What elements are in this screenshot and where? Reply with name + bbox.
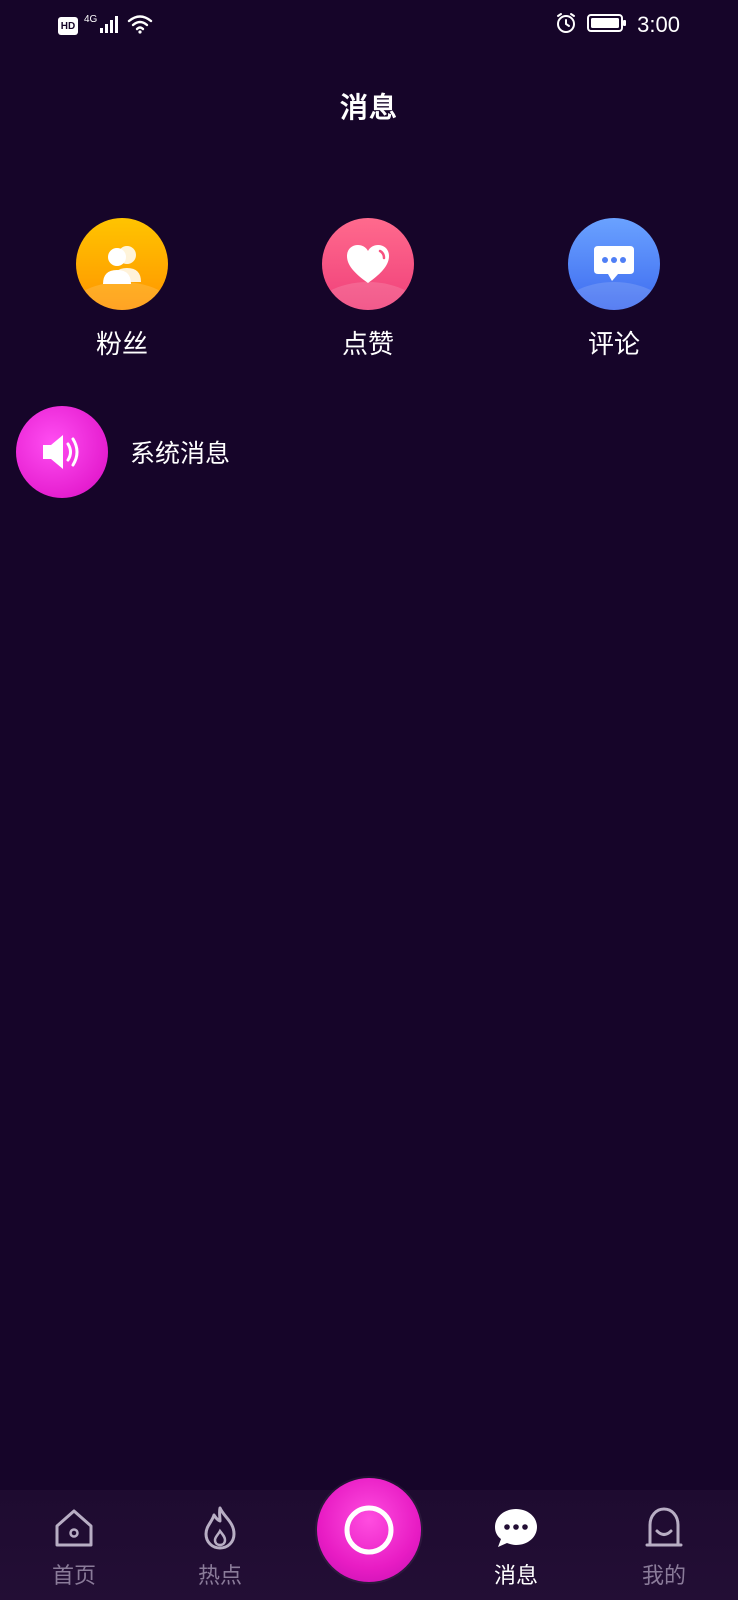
system-message-item[interactable]: 系统消息 xyxy=(16,406,716,498)
category-likes-label: 点赞 xyxy=(341,330,394,360)
alarm-icon xyxy=(555,12,577,38)
page-title: 消息 xyxy=(339,91,398,124)
nav-home[interactable]: 首页 xyxy=(19,1490,129,1600)
nav-profile-label: 我的 xyxy=(641,1564,686,1589)
nav-profile[interactable]: 我的 xyxy=(609,1490,719,1600)
speaker-icon xyxy=(16,406,108,498)
hd-icon: HD xyxy=(58,17,78,35)
status-time: 3:00 xyxy=(637,12,680,37)
status-left: HD 4G xyxy=(58,14,153,38)
wifi-icon xyxy=(127,14,153,38)
home-icon xyxy=(50,1504,98,1552)
signal-icon xyxy=(99,14,121,38)
system-message-label: 系统消息 xyxy=(130,439,231,468)
record-icon xyxy=(344,1505,394,1555)
nav-message-label: 消息 xyxy=(493,1564,538,1589)
flame-icon xyxy=(196,1504,244,1552)
fans-icon xyxy=(76,218,168,310)
nav-message[interactable]: 消息 xyxy=(461,1490,571,1600)
category-likes[interactable]: 点赞 xyxy=(308,218,428,361)
status-bar: HD 4G 3:00 xyxy=(0,0,738,56)
profile-icon xyxy=(640,1504,688,1552)
record-button[interactable] xyxy=(317,1478,421,1582)
heart-icon xyxy=(322,218,414,310)
category-comments-label: 评论 xyxy=(587,330,640,360)
status-right: 3:00 xyxy=(555,12,680,38)
category-fans-label: 粉丝 xyxy=(95,330,148,360)
nav-hot[interactable]: 热点 xyxy=(165,1490,275,1600)
nav-home-label: 首页 xyxy=(51,1564,96,1589)
comment-icon xyxy=(568,218,660,310)
nav-hot-label: 热点 xyxy=(197,1564,242,1589)
category-comments[interactable]: 评论 xyxy=(554,218,674,361)
category-row: 粉丝 点赞 评论 xyxy=(0,218,738,368)
battery-icon xyxy=(587,12,627,38)
category-fans[interactable]: 粉丝 xyxy=(62,218,182,361)
bottom-nav: 首页 热点 消息 我的 xyxy=(0,1478,738,1600)
network-label: 4G xyxy=(84,14,98,25)
message-icon xyxy=(492,1504,540,1552)
